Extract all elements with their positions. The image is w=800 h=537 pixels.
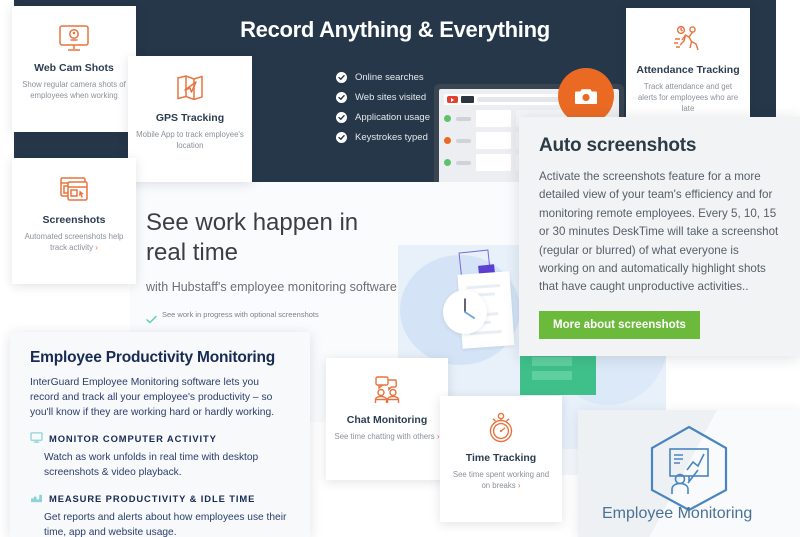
camera-icon — [575, 89, 597, 104]
feature-description-text: See time chatting with others — [334, 432, 435, 441]
check-tick-icon — [146, 311, 162, 329]
chevron-right-icon[interactable]: › — [95, 243, 98, 252]
screenshot-collage: Record Anything & Everything Online sear… — [0, 0, 800, 537]
stopwatch-icon — [448, 408, 554, 448]
row-label — [456, 160, 471, 165]
checklist-item: Web sites visited — [336, 92, 430, 103]
hubstaff-bullet: See work in progress with optional scree… — [146, 310, 426, 329]
feature-card-screenshots[interactable]: Screenshots Automated screenshots help t… — [12, 158, 136, 284]
tab-block — [461, 96, 474, 103]
feature-description: Show regular camera shots of employees w… — [22, 80, 126, 100]
row-tile — [476, 110, 511, 127]
row-tile — [476, 154, 511, 171]
checklist-item: Online searches — [336, 72, 430, 83]
clock-icon — [443, 290, 487, 334]
check-icon — [336, 132, 347, 143]
webcam-monitor-icon — [20, 18, 128, 58]
feature-title: Web Cam Shots — [34, 62, 114, 74]
epm-feature: MONITOR COMPUTER ACTIVITY Watch as work … — [30, 432, 290, 480]
check-icon — [336, 112, 347, 123]
epm-feature-body: Get reports and alerts about how employe… — [44, 512, 287, 537]
status-dot — [444, 115, 451, 122]
feature-description-text: See time spent working and on breaks — [452, 470, 550, 490]
hexagon-presentation-icon — [643, 424, 735, 517]
hero-checklist: Online searches Web sites visited Applic… — [336, 72, 430, 152]
checklist-item: Application usage — [336, 112, 430, 123]
epm-title: Employee Productivity Monitoring — [30, 349, 276, 366]
hubstaff-bullet-label: See work in progress with optional scree… — [162, 310, 319, 319]
feature-card-time[interactable]: Time Tracking See time spent working and… — [440, 396, 562, 522]
checklist-label: Online searches — [355, 72, 424, 83]
employee-monitoring-tile[interactable]: Employee Monitoring — [578, 410, 800, 537]
auto-screenshots-body: Activate the screenshots feature for a m… — [539, 170, 779, 294]
chat-people-icon — [334, 370, 440, 410]
hubstaff-subheading: with Hubstaff's employee monitoring soft… — [146, 280, 401, 294]
employee-monitoring-title: Employee Monitoring — [602, 505, 753, 522]
feature-description: Track attendance and get alerts for empl… — [637, 82, 739, 113]
feature-card-webcam[interactable]: Web Cam Shots Show regular camera shots … — [12, 6, 136, 132]
check-icon — [336, 92, 347, 103]
feature-card-chat[interactable]: Chat Monitoring See time chatting with o… — [326, 358, 448, 480]
status-dot — [444, 137, 451, 144]
feature-description: Automated screenshots help track activit… — [20, 231, 128, 253]
checklist-label: Application usage — [355, 112, 430, 123]
row-label — [456, 116, 471, 121]
feature-description-text: Automated screenshots help track activit… — [24, 232, 124, 252]
feature-title: Time Tracking — [465, 452, 537, 464]
feature-description: See time spent working and on breaks › — [448, 469, 554, 491]
checklist-label: Keystrokes typed — [355, 132, 428, 143]
feature-description: Mobile App to track employee's location — [136, 130, 244, 150]
more-about-screenshots-button[interactable]: More about screenshots — [539, 310, 700, 339]
browser-window-cursor-icon — [20, 170, 128, 210]
feature-title: Attendance Tracking — [636, 64, 740, 76]
hubstaff-heading: See work happen in real time — [146, 209, 359, 266]
chevron-right-icon[interactable]: › — [518, 481, 521, 490]
row-label — [456, 138, 471, 143]
feature-title: GPS Tracking — [155, 112, 225, 124]
epm-feature-head: MEASURE PRODUCTIVITY & IDLE TIME — [30, 492, 290, 505]
checklist-label: Web sites visited — [355, 92, 427, 103]
auto-screenshots-title: Auto screenshots — [539, 135, 697, 156]
row-tile — [476, 132, 511, 149]
status-dot — [444, 159, 451, 166]
feature-title: Chat Monitoring — [346, 414, 428, 426]
checklist-item: Keystrokes typed — [336, 132, 430, 143]
check-icon — [336, 72, 347, 83]
epm-lead: InterGuard Employee Monitoring software … — [30, 377, 275, 418]
monitor-icon — [30, 432, 43, 445]
bar-chart-icon — [30, 492, 43, 505]
epm-feature-heading: MONITOR COMPUTER ACTIVITY — [49, 433, 217, 444]
epm-feature: MEASURE PRODUCTIVITY & IDLE TIME Get rep… — [30, 492, 290, 537]
auto-screenshots-panel: Auto screenshots Activate the screenshot… — [519, 117, 800, 356]
epm-feature-heading: MEASURE PRODUCTIVITY & IDLE TIME — [49, 493, 256, 504]
camera-badge — [558, 68, 614, 130]
epm-feature-head: MONITOR COMPUTER ACTIVITY — [30, 432, 290, 445]
map-pin-navigation-icon — [136, 68, 244, 108]
feature-title: Screenshots — [42, 214, 106, 226]
feature-card-gps[interactable]: GPS Tracking Mobile App to track employe… — [128, 56, 252, 182]
feature-card-attendance[interactable]: Attendance Tracking Track attendance and… — [626, 8, 750, 134]
running-person-clock-icon — [634, 20, 742, 60]
epm-feature-body: Watch as work unfolds in real time with … — [44, 452, 259, 478]
employee-productivity-card: Employee Productivity Monitoring InterGu… — [10, 332, 310, 537]
youtube-icon — [447, 96, 458, 103]
feature-description: See time chatting with others › — [334, 431, 440, 442]
